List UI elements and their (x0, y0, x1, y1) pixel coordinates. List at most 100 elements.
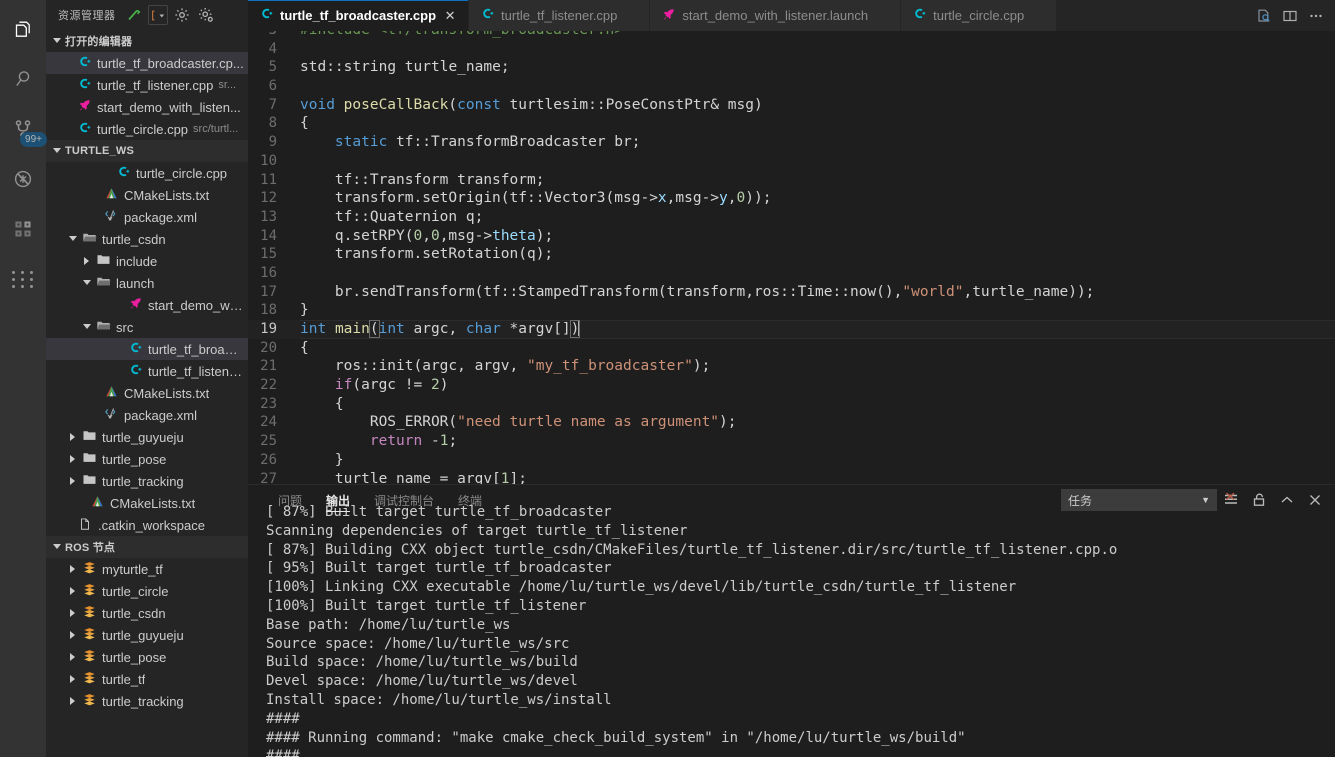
panel-tab[interactable]: 调试控制台 (362, 485, 446, 515)
cmake-file-icon (104, 186, 119, 204)
open-editors-list: turtle_tf_broadcaster.cp... turtle_tf_lis… (46, 52, 248, 140)
panel-tab-label: 输出 (326, 493, 351, 508)
chevron-up-icon[interactable] (1273, 487, 1301, 513)
code-line-text: static tf::TransformBroadcaster br; (334, 134, 641, 151)
panel-tab[interactable]: 输出 (314, 485, 362, 515)
open-editor-item[interactable]: start_demo_with_listen... (46, 96, 248, 118)
ros-build-icon[interactable] (124, 5, 144, 25)
activitybar-explorer[interactable] (0, 4, 46, 54)
lock-icon[interactable] (1245, 487, 1273, 513)
file-tree-label: turtle_guyueju (102, 429, 184, 445)
editor-tab[interactable]: start_demo_with_listener.launch (650, 0, 902, 31)
file-tree-item[interactable]: start_demo_with_... (46, 294, 248, 316)
ros-node-item[interactable]: turtle_tracking (46, 690, 248, 712)
file-tree-item[interactable]: src (46, 316, 248, 338)
file-tree-item[interactable]: turtle_tf_broadca... (46, 338, 248, 360)
xml-file-icon (104, 406, 119, 424)
cpp-file-icon (77, 120, 92, 139)
file-tree-item[interactable]: .catkin_workspace (46, 514, 248, 536)
file-tree-item[interactable]: package.xml (46, 206, 248, 228)
file-tree-item[interactable]: turtle_guyueju (46, 426, 248, 448)
ros-node-item[interactable]: myturtle_tf (46, 558, 248, 580)
output-console[interactable]: [ 87%] Built target turtle_tf_broadcaste… (248, 503, 1335, 757)
open-editor-item[interactable]: turtle_circle.cpp src/turtl... (46, 118, 248, 140)
file-tree-item[interactable]: turtle_circle.cpp (46, 162, 248, 184)
line-number: 9 (268, 134, 277, 151)
cpp-file-icon (480, 6, 495, 25)
open-editor-item[interactable]: turtle_tf_listener.cpp sr... (46, 74, 248, 96)
file-tree-label: CMakeLists.txt (124, 187, 210, 203)
close-icon[interactable] (1301, 487, 1329, 513)
ros-node-item[interactable]: turtle_csdn (46, 602, 248, 624)
activitybar-extensions[interactable] (0, 204, 46, 254)
activitybar-debug[interactable] (0, 154, 46, 204)
editor-tab[interactable]: turtle_circle.cpp (901, 0, 1058, 31)
editor-tab[interactable]: turtle_tf_broadcaster.cpp ✕ (248, 0, 470, 31)
editor-actions (1245, 0, 1335, 31)
file-tree-label: CMakeLists.txt (110, 495, 196, 511)
code-editor[interactable]: 3#include <tf/transform_broadcaster.h>45… (248, 31, 1335, 484)
section-open-editors[interactable]: 打开的编辑器 (46, 30, 248, 52)
file-tree-item[interactable]: turtle_pose (46, 448, 248, 470)
cmake-file-icon (90, 494, 105, 512)
ros-node-label: myturtle_tf (102, 561, 163, 577)
sidebar-tree[interactable]: 打开的编辑器 turtle_tf_broadcaster.cp... turtle… (46, 30, 248, 757)
file-tree-item[interactable]: turtle_csdn (46, 228, 248, 250)
open-preview-icon[interactable] (1255, 7, 1273, 25)
gear-settings-icon[interactable] (196, 5, 216, 25)
file-tree-label: start_demo_with_... (148, 297, 244, 313)
panel-tab[interactable]: 问题 (266, 485, 314, 515)
tab-close-icon[interactable]: ✕ (442, 8, 458, 24)
line-number: 7 (268, 96, 277, 113)
open-editor-item[interactable]: turtle_tf_broadcaster.cp... (46, 52, 248, 74)
file-tree-item[interactable]: turtle_tracking (46, 470, 248, 492)
output-channel-select[interactable]: 任务 ▼ (1061, 489, 1217, 511)
file-tree-item[interactable]: package.xml (46, 404, 248, 426)
open-editor-label: start_demo_with_listen... (97, 99, 241, 115)
editor-tab[interactable]: turtle_tf_listener.cpp (469, 0, 651, 31)
line-number: 14 (260, 227, 277, 244)
clear-output-icon[interactable] (1217, 487, 1245, 513)
activitybar-search[interactable] (0, 54, 46, 104)
gear-icon[interactable] (172, 5, 192, 25)
ros-node-item[interactable]: turtle_guyueju (46, 624, 248, 646)
editor-tab-label: start_demo_with_listener.launch (682, 8, 869, 23)
code-line: 26 } (248, 451, 1335, 470)
code-line: 4 (248, 40, 1335, 59)
folder-open-icon (96, 318, 111, 336)
file-tree-item[interactable]: CMakeLists.txt (46, 184, 248, 206)
code-line-text: transform.setRotation(q); (300, 246, 554, 263)
activitybar-source-control[interactable]: 99+ (0, 104, 47, 154)
line-number: 5 (268, 59, 277, 76)
file-tree-item[interactable]: CMakeLists.txt (46, 492, 248, 514)
more-actions-icon[interactable] (1307, 7, 1325, 25)
chevron-right-icon (68, 674, 78, 684)
chevron-right-icon (68, 586, 78, 596)
activitybar-more[interactable] (0, 254, 46, 304)
section-open-editors-label: 打开的编辑器 (65, 36, 133, 48)
ros-node-item[interactable]: turtle_pose (46, 646, 248, 668)
file-tree-item[interactable]: launch (46, 272, 248, 294)
grid-dots-icon (11, 270, 35, 288)
section-workspace[interactable]: TURTLE_WS (46, 140, 248, 162)
file-tree-item[interactable]: turtle_tf_listener.c... (46, 360, 248, 382)
code-line: 17 br.sendTransform(tf::StampedTransform… (248, 283, 1335, 302)
line-number: 12 (260, 190, 277, 207)
line-number: 13 (260, 208, 277, 225)
folder-open-icon (82, 230, 97, 248)
section-ros-nodes[interactable]: ROS 节点 (46, 536, 248, 558)
chevron-down-icon (82, 322, 92, 332)
cpp-file-icon (116, 164, 131, 183)
code-line-text: turtle_name = argv[1]; (300, 470, 527, 485)
ros-node-item[interactable]: turtle_tf (46, 668, 248, 690)
ros-node-icon (82, 670, 97, 688)
panel-tab[interactable]: 终端 (446, 485, 494, 515)
bracket-dropdown-icon[interactable] (147, 5, 168, 25)
file-tree-item[interactable]: CMakeLists.txt (46, 382, 248, 404)
file-tree-item[interactable]: include (46, 250, 248, 272)
split-editor-icon[interactable] (1281, 7, 1299, 25)
ros-node-item[interactable]: turtle_circle (46, 580, 248, 602)
